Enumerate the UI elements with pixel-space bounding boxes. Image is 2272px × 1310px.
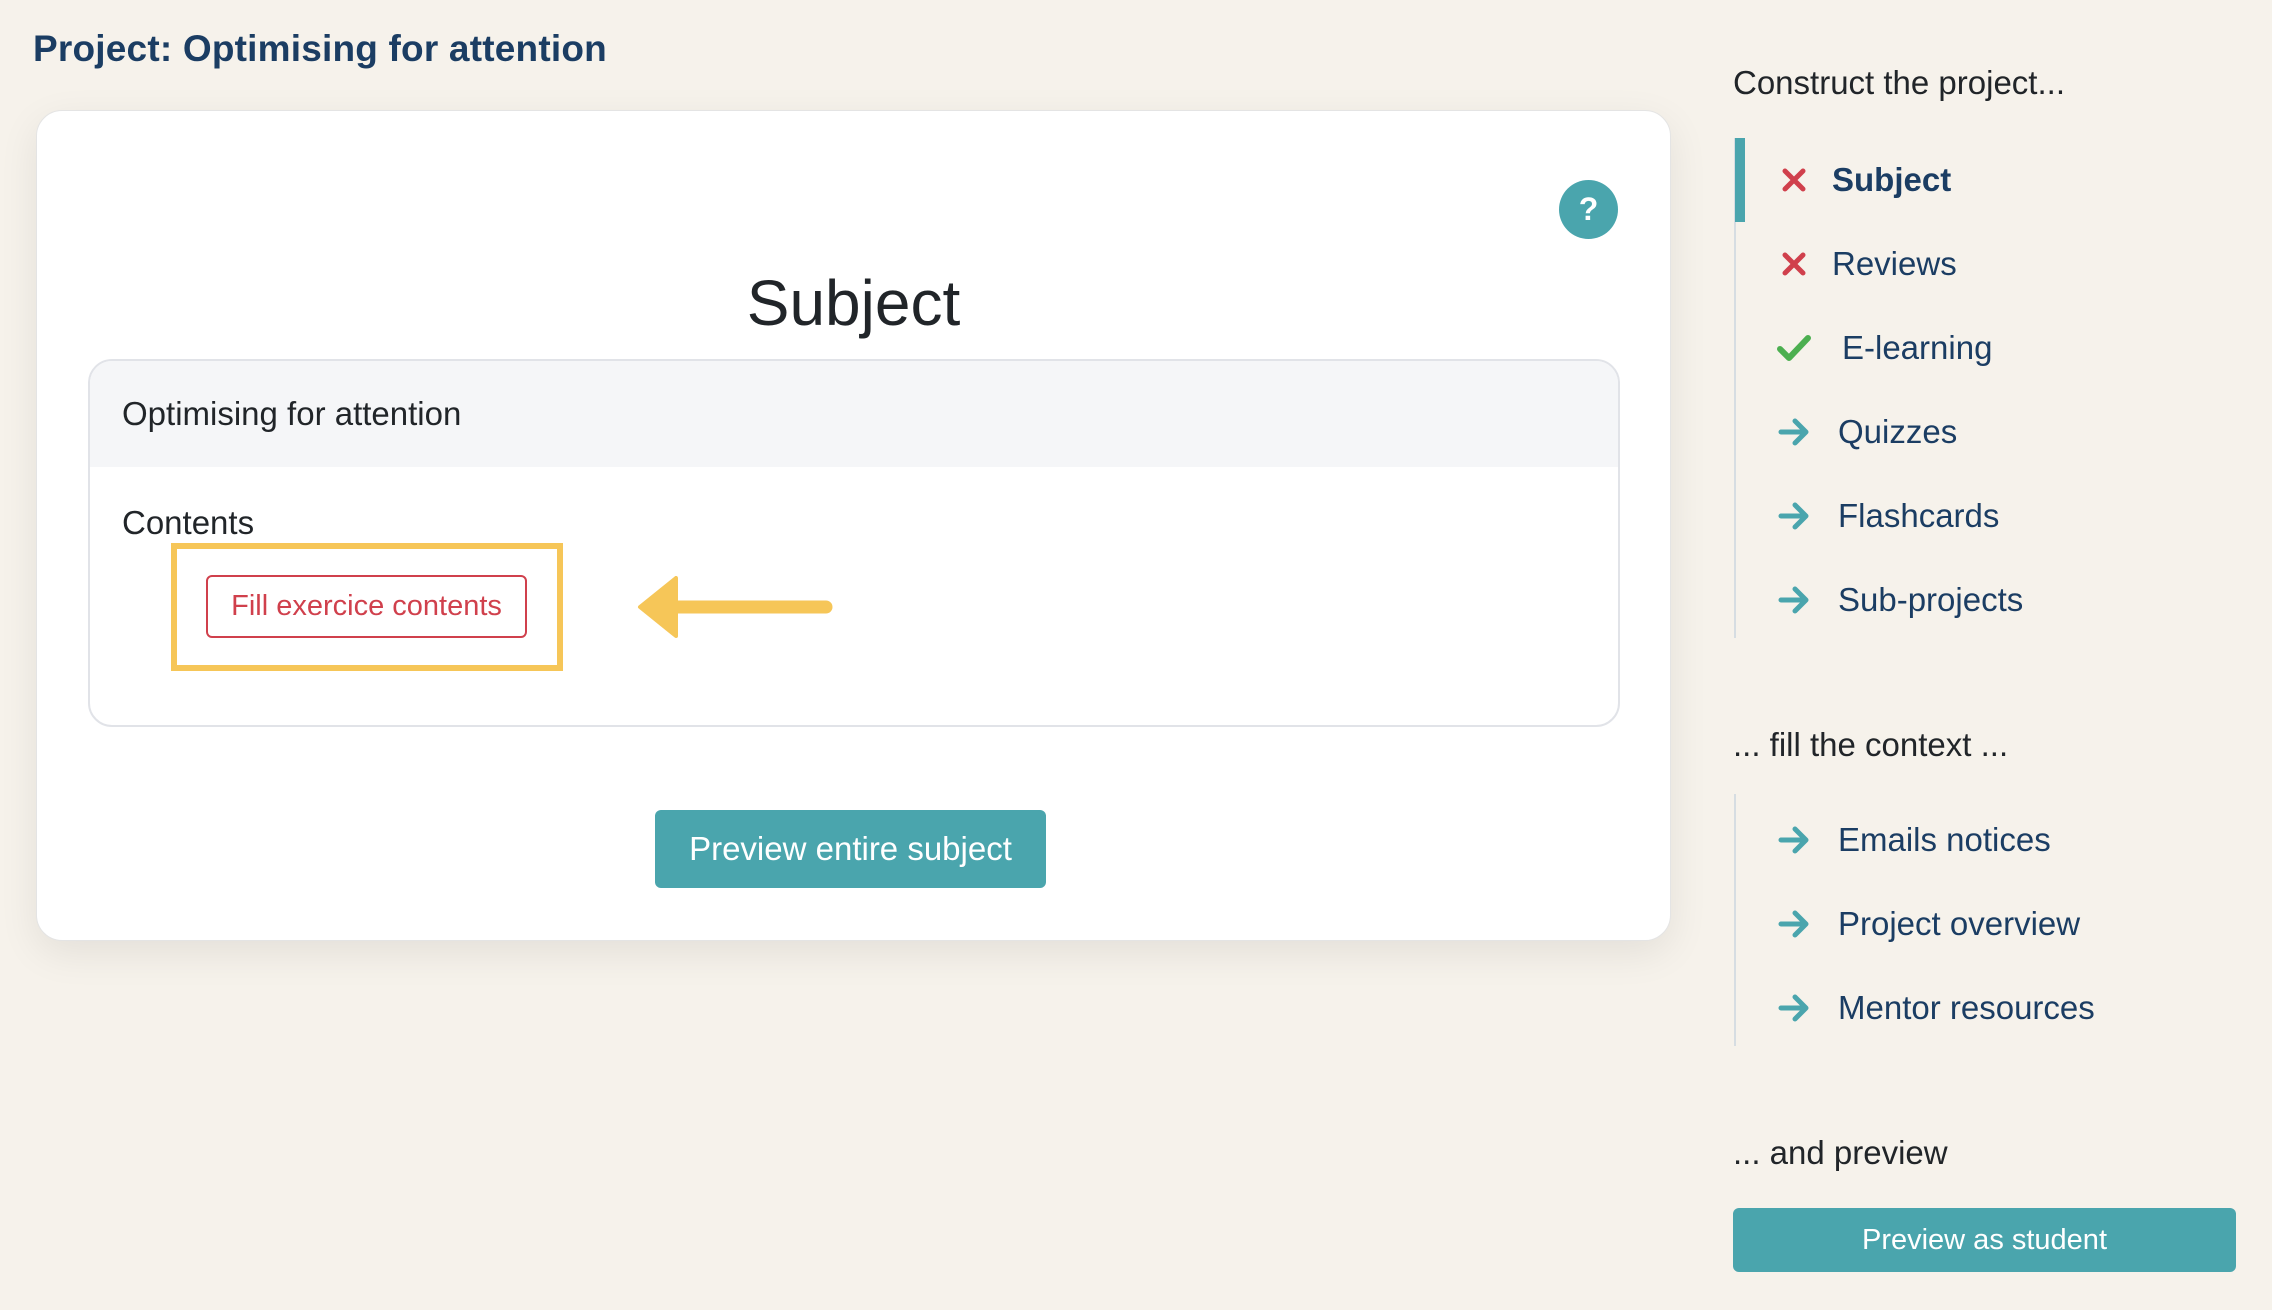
sidebar-item-reviews[interactable]: Reviews <box>1774 234 1957 294</box>
arrow-right-icon <box>1774 988 1814 1028</box>
context-heading: ... fill the context ... <box>1733 726 2009 763</box>
arrow-right-icon <box>1774 820 1814 860</box>
sidebar-item-subject[interactable]: Subject <box>1774 150 1951 210</box>
page-title: Project: Optimising for attention <box>33 28 607 69</box>
sidebar-item-project-overview[interactable]: Project overview <box>1774 894 2080 954</box>
fill-exercise-contents-button[interactable]: Fill exercice contents <box>206 575 527 638</box>
arrow-right-icon <box>1774 496 1814 536</box>
active-indicator <box>1735 138 1745 222</box>
contents-label: Contents <box>122 504 255 541</box>
arrow-right-icon <box>1774 412 1814 452</box>
preview-heading: ... and preview <box>1733 1134 1948 1171</box>
x-icon <box>1774 160 1814 200</box>
sidebar-item-sub-projects[interactable]: Sub-projects <box>1774 570 2023 630</box>
arrow-right-icon <box>1774 904 1814 944</box>
construct-heading: Construct the project... <box>1733 64 2065 101</box>
annotation-arrow-icon <box>638 576 833 638</box>
help-button[interactable]: ? <box>1559 180 1618 239</box>
card-title: Subject <box>746 267 961 339</box>
sidebar-item-quizzes[interactable]: Quizzes <box>1774 402 1957 462</box>
preview-entire-subject-button[interactable]: Preview entire subject <box>655 810 1046 888</box>
question-icon: ? <box>1578 191 1599 227</box>
sidebar-item-emails-notices[interactable]: Emails notices <box>1774 810 2051 870</box>
sidebar-item-e-learning[interactable]: E-learning <box>1774 318 1992 378</box>
context-nav-line <box>1734 794 1736 1046</box>
x-icon <box>1774 244 1814 284</box>
sidebar-item-mentor-resources[interactable]: Mentor resources <box>1774 978 2095 1038</box>
arrow-right-icon <box>1774 580 1814 620</box>
preview-as-student-button[interactable]: Preview as student <box>1733 1208 2236 1272</box>
sidebar-item-flashcards[interactable]: Flashcards <box>1774 486 1999 546</box>
subject-name: Optimising for attention <box>90 361 1618 467</box>
check-icon <box>1774 328 1814 368</box>
